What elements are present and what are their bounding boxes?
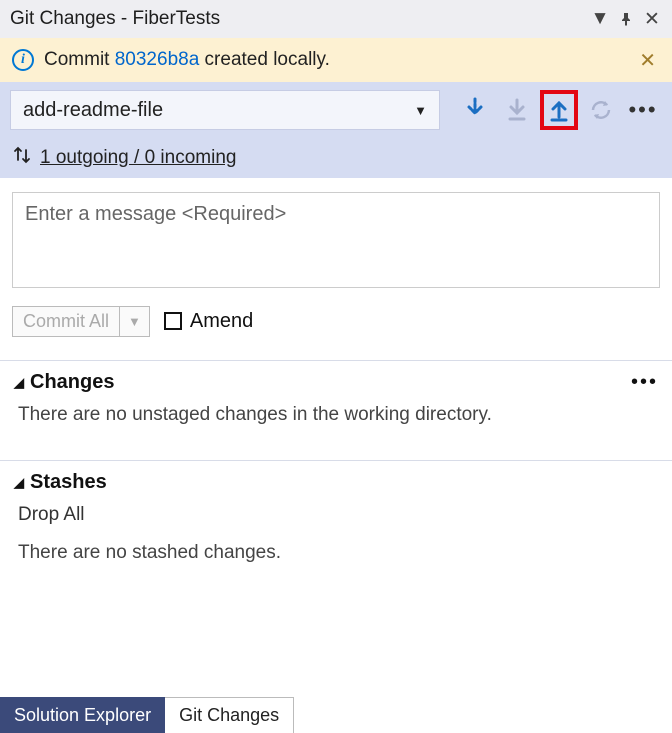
pin-icon[interactable] <box>616 9 636 29</box>
branch-selector[interactable]: add-readme-file ▼ <box>10 90 440 130</box>
checkbox-icon <box>164 312 182 330</box>
close-icon[interactable]: ✕ <box>642 9 662 29</box>
push-button[interactable] <box>540 90 578 130</box>
commit-dropdown-icon[interactable]: ▼ <box>120 306 150 337</box>
window-title: Git Changes - FiberTests <box>10 8 590 30</box>
sync-button[interactable] <box>582 90 620 130</box>
pull-button[interactable] <box>498 90 536 130</box>
changes-header[interactable]: ◢ Changes ••• <box>14 371 658 394</box>
stashes-body: Drop All There are no stashed changes. <box>14 504 658 564</box>
notification-message: Commit 80326b8a created locally. <box>44 49 625 71</box>
stashes-section: ◢ Stashes Drop All There are no stashed … <box>0 460 672 580</box>
sync-arrows-icon <box>12 145 32 171</box>
sync-status-link[interactable]: 1 outgoing / 0 incoming <box>40 147 236 169</box>
commit-row: Commit All ▼ Amend <box>0 300 672 342</box>
tab-git-changes[interactable]: Git Changes <box>165 697 294 733</box>
commit-all-button[interactable]: Commit All ▼ <box>12 306 150 337</box>
changes-section: ◢ Changes ••• There are no unstaged chan… <box>0 360 672 442</box>
changes-body: There are no unstaged changes in the wor… <box>14 404 658 426</box>
title-bar: Git Changes - FiberTests ▼ ✕ <box>0 0 672 38</box>
dropdown-icon[interactable]: ▼ <box>590 9 610 29</box>
collapse-icon: ◢ <box>14 375 24 391</box>
notification-bar: i Commit 80326b8a created locally. ✕ <box>0 38 672 82</box>
stashes-header[interactable]: ◢ Stashes <box>14 471 658 494</box>
collapse-icon: ◢ <box>14 475 24 491</box>
drop-all-link[interactable]: Drop All <box>18 504 658 526</box>
bottom-tabs: Solution Explorer Git Changes <box>0 697 672 733</box>
amend-checkbox[interactable]: Amend <box>164 310 253 333</box>
commit-link[interactable]: 80326b8a <box>115 49 200 70</box>
chevron-down-icon: ▼ <box>414 103 427 118</box>
branch-name: add-readme-file <box>23 99 163 122</box>
branch-toolbar: add-readme-file ▼ ••• <box>0 82 672 138</box>
more-button[interactable]: ••• <box>624 90 662 130</box>
changes-more-button[interactable]: ••• <box>631 371 658 394</box>
window-controls: ▼ ✕ <box>590 9 662 29</box>
commit-message-input[interactable]: Enter a message <Required> <box>12 192 660 288</box>
sync-status-row: 1 outgoing / 0 incoming <box>0 138 672 178</box>
fetch-button[interactable] <box>456 90 494 130</box>
tab-solution-explorer[interactable]: Solution Explorer <box>0 697 165 733</box>
info-icon: i <box>12 49 34 71</box>
notification-close-icon[interactable]: ✕ <box>635 44 660 77</box>
